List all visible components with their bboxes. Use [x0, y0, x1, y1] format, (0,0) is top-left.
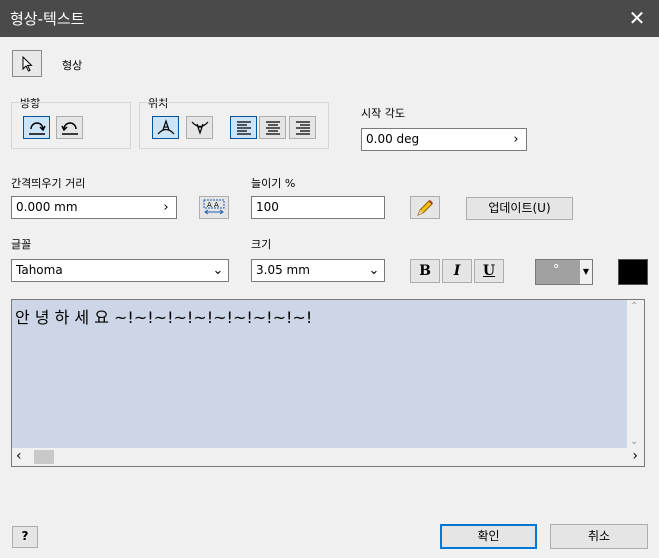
text-content[interactable]: 안 녕 하 세 요 ~!~!~!~!~!~!~!~!~!~!	[15, 304, 312, 328]
window-title: 형상-텍스트	[10, 10, 85, 28]
char-spacing-icon: A A	[203, 199, 225, 214]
char-spacing-button[interactable]: A A	[199, 196, 229, 219]
shape-label: 형상	[62, 59, 83, 72]
edit-button[interactable]	[410, 196, 440, 219]
title-bar: 형상-텍스트 ✕	[0, 0, 659, 37]
update-button[interactable]: 업데이트(U)	[466, 197, 573, 220]
chevron-right-icon[interactable]: ›	[506, 129, 526, 150]
align-left-icon	[236, 120, 251, 135]
cancel-button[interactable]: 취소	[550, 524, 648, 549]
start-angle-value: 0.00 deg	[366, 132, 420, 146]
help-button[interactable]: ?	[12, 526, 38, 548]
text-outside-icon	[157, 118, 174, 134]
bold-button[interactable]: B	[410, 259, 440, 283]
position-outside-button[interactable]	[152, 116, 179, 139]
size-value: 3.05 mm	[256, 263, 310, 277]
chevron-left-icon[interactable]: ‹	[16, 448, 22, 464]
chevron-up-icon[interactable]: ⌃	[630, 301, 638, 312]
font-label: 글꼴	[11, 238, 32, 251]
spacing-value: 0.000 mm	[16, 200, 78, 214]
rotate-cw-icon	[28, 121, 46, 135]
color-swatch[interactable]	[618, 259, 648, 285]
direction-cw-button[interactable]	[23, 116, 50, 139]
chevron-down-icon[interactable]: ⌄	[630, 436, 638, 447]
cursor-icon	[22, 55, 33, 72]
chevron-right-icon[interactable]: ›	[632, 448, 638, 464]
spacing-label: 간격띄우기 거리	[11, 177, 86, 190]
italic-button[interactable]: I	[442, 259, 472, 283]
align-center-icon	[265, 120, 280, 135]
font-value: Tahoma	[16, 263, 63, 277]
direction-ccw-button[interactable]	[56, 116, 83, 139]
align-center-button[interactable]	[259, 116, 286, 139]
stretch-input[interactable]: 100	[251, 196, 385, 219]
chevron-down-icon[interactable]: ⌄	[208, 260, 228, 281]
rotate-ccw-icon	[60, 121, 78, 135]
underline-button[interactable]: U	[474, 259, 504, 283]
align-right-button[interactable]	[289, 116, 316, 139]
chevron-down-icon[interactable]: ⌄	[364, 260, 384, 281]
spacing-input[interactable]: 0.000 mm ›	[11, 196, 177, 219]
color-dot: °	[553, 263, 560, 278]
text-inside-icon	[191, 121, 208, 135]
vertical-scrollbar[interactable]: ⌃ ⌄	[627, 300, 644, 448]
position-inside-button[interactable]	[186, 116, 213, 139]
pencil-icon	[417, 199, 433, 216]
chevron-right-icon[interactable]: ›	[156, 197, 176, 218]
chevron-down-icon: ▼	[580, 260, 592, 284]
select-button[interactable]	[12, 50, 42, 77]
size-label: 크기	[251, 238, 272, 251]
ok-button[interactable]: 확인	[440, 524, 537, 549]
size-select[interactable]: 3.05 mm ⌄	[251, 259, 385, 282]
stretch-label: 늘이기 %	[251, 177, 296, 190]
align-right-icon	[295, 120, 310, 135]
horizontal-scrollbar[interactable]: ‹ ›	[12, 448, 644, 466]
start-angle-input[interactable]: 0.00 deg ›	[361, 128, 527, 151]
start-angle-label: 시작 각도	[361, 107, 405, 120]
font-select[interactable]: Tahoma ⌄	[11, 259, 229, 282]
scroll-thumb[interactable]	[34, 450, 54, 464]
svg-text:A A: A A	[207, 201, 219, 209]
help-icon: ?	[21, 529, 29, 543]
close-button[interactable]: ✕	[625, 6, 649, 30]
color-picker[interactable]: ° ▼	[535, 259, 593, 285]
stretch-value: 100	[256, 200, 279, 214]
align-left-button[interactable]	[230, 116, 257, 139]
text-editor[interactable]: 안 녕 하 세 요 ~!~!~!~!~!~!~!~!~!~! ⌃ ⌄ ‹ ›	[11, 299, 645, 467]
